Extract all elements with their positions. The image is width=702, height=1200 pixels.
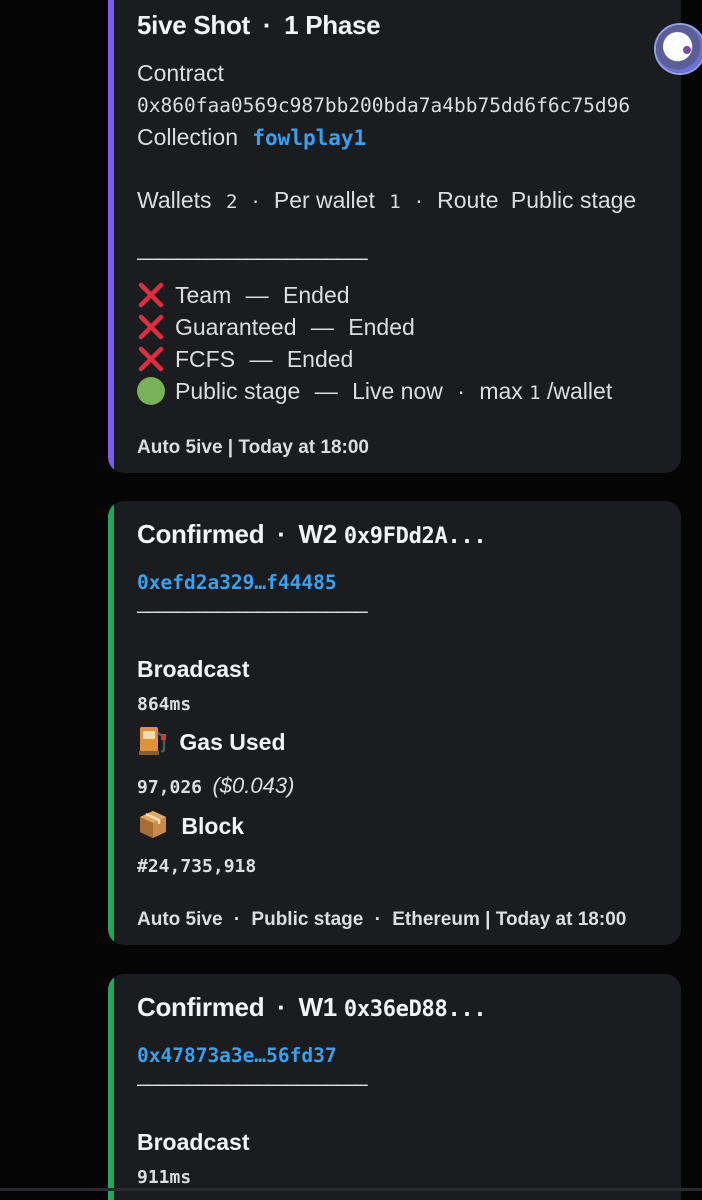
dash: — xyxy=(245,282,269,308)
separator-dot: · xyxy=(233,909,241,930)
stage-name: Guaranteed xyxy=(175,314,297,340)
stage-row-team: Team — Ended xyxy=(137,282,350,309)
contract-address[interactable]: 0x860faa0569c987bb200bda7a4bb75dd6f6c75d… xyxy=(137,94,630,117)
footer-app: Auto 5ive xyxy=(137,909,223,930)
phase-count: 1 Phase xyxy=(284,10,381,40)
broadcast-label: Broadcast xyxy=(137,1129,250,1155)
block-row: Block xyxy=(137,810,245,840)
fuel-pump-icon xyxy=(139,726,166,755)
per-wallet-value: 1 xyxy=(389,191,401,213)
max-value: 1 xyxy=(529,382,541,404)
dash: — xyxy=(310,314,334,340)
wallets-value: 2 xyxy=(225,191,238,213)
embed-footer: Auto 5ive | Today at 18:00 xyxy=(137,437,369,458)
embed-title: 5ive Shot · 1 Phase xyxy=(137,10,381,41)
route-label: Route xyxy=(437,187,499,213)
tx-hash-link[interactable]: 0xefd2a329…f44485 xyxy=(137,571,337,594)
stage-row-guaranteed: Guaranteed — Ended xyxy=(137,314,415,341)
dash: — xyxy=(314,378,338,404)
floating-bubble-avatar[interactable] xyxy=(656,25,702,73)
max-label: max xyxy=(479,378,523,404)
confirm-embed-w1: Confirmed · W1 0x36eD88... 0x47873a3e…56… xyxy=(108,974,681,1200)
contract-label: Contract xyxy=(137,60,224,86)
block-label: Block xyxy=(181,813,245,839)
divider-line: ——————————————————————— xyxy=(137,246,368,270)
footer-stage: Public stage xyxy=(251,909,364,930)
shot-title: 5ive Shot xyxy=(137,10,250,40)
gas-used-row: Gas Used xyxy=(137,726,286,757)
broadcast-value: 911ms xyxy=(137,1167,192,1188)
green-circle-icon xyxy=(137,376,165,405)
divider-line: ——————————————————————— xyxy=(137,1072,368,1096)
x-icon xyxy=(138,346,164,372)
bottom-separator xyxy=(0,1188,702,1191)
embed-accent-bar xyxy=(108,501,114,945)
stage-status: Ended xyxy=(286,346,354,372)
broadcast-label: Broadcast xyxy=(137,656,250,682)
embed-accent-bar xyxy=(108,974,114,1200)
embed-accent-bar xyxy=(108,0,114,473)
confirm-embed-w2: Confirmed · W2 0x9FDd2A... 0xefd2a329…f4… xyxy=(108,501,681,945)
confirmed-title: Confirmed xyxy=(137,992,265,1022)
gas-value: 97,026 xyxy=(137,777,203,798)
gas-label: Gas Used xyxy=(179,729,286,755)
wallet-address: 0x36eD88... xyxy=(343,997,487,1022)
x-icon xyxy=(138,282,164,308)
stage-row-public: Public stage — Live now · max 1 /wallet xyxy=(137,376,613,405)
x-icon xyxy=(138,314,164,340)
max-suffix: /wallet xyxy=(547,378,613,404)
separator-dot: · xyxy=(374,909,381,930)
collection-label: Collection xyxy=(137,124,238,150)
embed-title: Confirmed · W1 0x36eD88... xyxy=(137,992,487,1023)
gas-usd: ($0.043) xyxy=(212,773,295,798)
stage-status: Ended xyxy=(283,282,350,308)
footer-chain: Ethereum | Today at 18:00 xyxy=(392,909,627,930)
stage-status: Ended xyxy=(348,314,415,340)
stage-row-fcfs: FCFS — Ended xyxy=(137,346,353,373)
block-value[interactable]: #24,735,918 xyxy=(137,856,256,877)
wallets-row: Wallets 2 · Per wallet 1 · Route Public … xyxy=(137,187,636,214)
broadcast-value: 864ms xyxy=(137,694,192,715)
wallet-id: W1 xyxy=(298,992,338,1022)
divider-line: ——————————————————————— xyxy=(137,599,368,623)
wallet-id: W2 xyxy=(298,519,338,549)
dash: — xyxy=(249,346,273,372)
collection-link[interactable]: fowlplay1 xyxy=(252,126,366,150)
confirmed-title: Confirmed xyxy=(137,519,265,549)
wallet-address: 0x9FDd2A... xyxy=(343,524,487,549)
gas-value-row: 97,026 ($0.043) xyxy=(137,773,294,799)
separator-dot: · xyxy=(262,10,272,40)
wallets-label: Wallets xyxy=(137,187,212,213)
stage-name: FCFS xyxy=(175,346,236,372)
avatar-eye xyxy=(683,46,691,54)
embed-footer: Auto 5ive · Public stage · Ethereum | To… xyxy=(137,909,626,931)
separator-dot: · xyxy=(277,992,286,1022)
separator-dot: · xyxy=(251,187,260,213)
embed-title: Confirmed · W2 0x9FDd2A... xyxy=(137,519,487,550)
stage-name: Team xyxy=(175,282,232,308)
tx-hash-link[interactable]: 0x47873a3e…56fd37 xyxy=(137,1044,337,1067)
separator-dot: · xyxy=(457,378,465,404)
per-wallet-label: Per wallet xyxy=(273,187,375,213)
route-value: Public stage xyxy=(510,187,637,213)
discord-channel: 5ive Shot · 1 Phase Contract 0x860faa056… xyxy=(0,0,702,1200)
package-icon xyxy=(140,810,166,838)
shot-embed: 5ive Shot · 1 Phase Contract 0x860faa056… xyxy=(108,0,681,473)
stage-status: Live now xyxy=(352,378,443,404)
stage-name: Public stage xyxy=(175,378,301,404)
collection-row: Collection fowlplay1 xyxy=(137,124,366,151)
separator-dot: · xyxy=(277,519,286,549)
separator-dot: · xyxy=(415,187,423,213)
